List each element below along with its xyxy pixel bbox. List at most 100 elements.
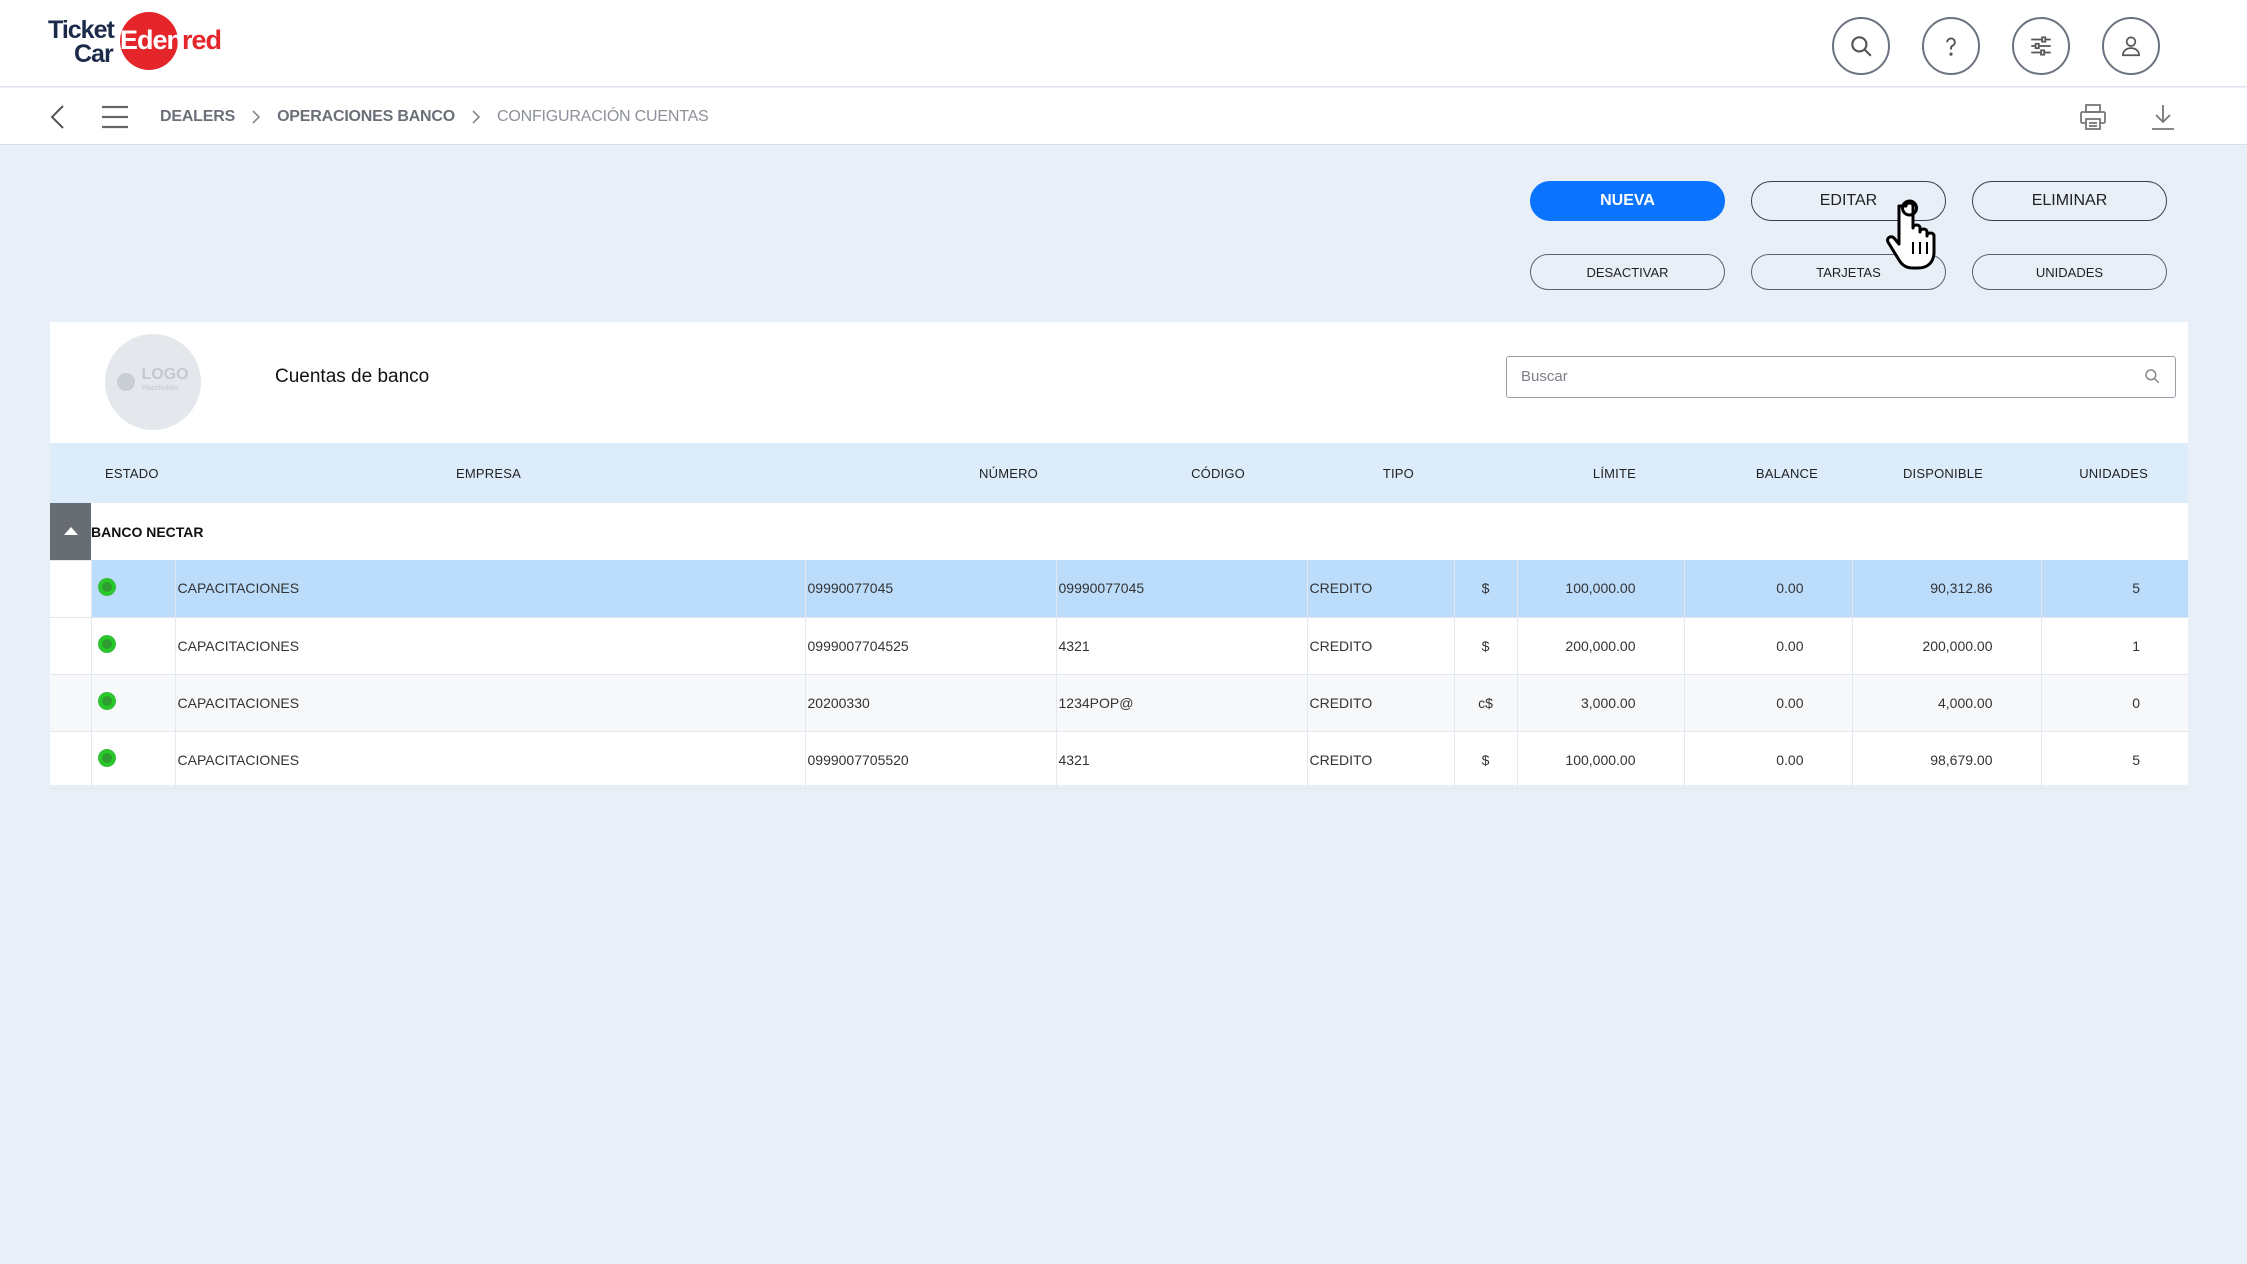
brand-line-1: Ticket xyxy=(48,16,115,44)
group-label: BANCO NECTAR xyxy=(91,523,204,540)
disponible-cell: 90,312.86 xyxy=(1851,560,2041,618)
column-estado[interactable]: ESTADO xyxy=(50,443,175,503)
settings-button[interactable] xyxy=(2012,17,2070,75)
sliders-icon xyxy=(2031,36,2051,56)
print-icon[interactable] xyxy=(2078,102,2108,132)
status-cell xyxy=(90,674,175,732)
logo-placeholder: LOGO Placeholder xyxy=(105,334,201,430)
limite-cell: 100,000.00 xyxy=(1516,731,1684,789)
unidades-cell: 5 xyxy=(2040,731,2188,789)
user-button[interactable] xyxy=(2102,17,2160,75)
chevron-right-icon xyxy=(245,107,267,127)
unidades-cell: 5 xyxy=(2040,560,2188,618)
disponible-cell: 4,000.00 xyxy=(1851,674,2041,732)
tipo-cell: CREDITO xyxy=(1306,731,1454,789)
column-tipo[interactable]: TIPO xyxy=(1307,443,1454,503)
search-button[interactable] xyxy=(1832,17,1890,75)
search-input[interactable] xyxy=(1521,357,2121,396)
codigo-cell: 09990077045 xyxy=(1055,560,1307,618)
app-header: Ticket Car Edenred xyxy=(0,0,2247,87)
status-active-icon xyxy=(97,577,116,596)
back-arrow-icon[interactable] xyxy=(46,102,70,132)
brand-line-2: Car xyxy=(74,40,114,68)
hand-pointer-cursor-icon xyxy=(1886,199,1936,270)
unidades-button[interactable]: UNIDADES xyxy=(1972,254,2167,290)
numero-cell: 09990077045 xyxy=(804,560,1056,618)
empresa-cell: CAPACITACIONES xyxy=(174,617,805,675)
balance-cell: 0.00 xyxy=(1683,674,1852,732)
empresa-cell: CAPACITACIONES xyxy=(174,731,805,789)
table-row[interactable]: CAPACITACIONES 09990077045 09990077045 C… xyxy=(50,560,2188,618)
tipo-cell: CREDITO xyxy=(1306,674,1454,732)
table-header-row: ESTADO EMPRESA NÚMERO CÓDIGO TIPO LÍMITE… xyxy=(50,443,2188,503)
breadcrumb-current: CONFIGURACIÓN CUENTAS xyxy=(497,107,709,125)
balance-cell: 0.00 xyxy=(1683,731,1852,789)
row-spacer xyxy=(50,617,91,675)
bank-accounts-card: LOGO Placeholder Cuentas de banco ESTADO … xyxy=(50,322,2188,789)
status-active-icon xyxy=(97,749,116,767)
group-collapse-toggle[interactable] xyxy=(50,503,91,561)
codigo-cell: 4321 xyxy=(1055,617,1307,675)
user-icon xyxy=(2122,36,2140,57)
column-moneda xyxy=(1454,443,1517,503)
table-row[interactable]: CAPACITACIONES 0999007704525 4321 CREDIT… xyxy=(50,617,2188,675)
numero-cell: 0999007704525 xyxy=(804,617,1056,675)
moneda-cell: $ xyxy=(1453,731,1517,789)
unidades-cell: 0 xyxy=(2040,674,2188,732)
eliminar-button[interactable]: ELIMINAR xyxy=(1972,181,2167,221)
column-disponible[interactable]: DISPONIBLE xyxy=(1852,443,2041,503)
status-cell xyxy=(90,560,175,618)
status-active-icon xyxy=(97,635,116,653)
search-box xyxy=(1506,356,2176,398)
group-row: BANCO NECTAR xyxy=(50,503,2188,561)
breadcrumb: DEALERS OPERACIONES BANCO CONFIGURACIÓN … xyxy=(160,88,709,145)
logo-placeholder-main: LOGO xyxy=(141,366,189,383)
empresa-cell: CAPACITACIONES xyxy=(174,674,805,732)
table-row[interactable]: CAPACITACIONES 20200330 1234POP@ CREDITO… xyxy=(50,674,2188,732)
row-spacer xyxy=(50,674,91,732)
card-header: LOGO Placeholder Cuentas de banco xyxy=(50,322,2188,443)
brand-mark-right: red xyxy=(182,25,222,55)
table-row[interactable]: CAPACITACIONES 0999007705520 4321 CREDIT… xyxy=(50,731,2188,789)
brand-wordmark: Ticket Car xyxy=(48,16,115,68)
status-cell xyxy=(90,617,175,675)
limite-cell: 3,000.00 xyxy=(1516,674,1684,732)
limite-cell: 100,000.00 xyxy=(1516,560,1684,618)
chevron-right-icon xyxy=(465,107,487,127)
column-unidades[interactable]: UNIDADES xyxy=(2041,443,2188,503)
logo-placeholder-icon xyxy=(117,373,136,391)
row-spacer xyxy=(50,560,91,618)
row-spacer xyxy=(50,731,91,789)
search-icon xyxy=(1851,36,1872,57)
bank-accounts-table: ESTADO EMPRESA NÚMERO CÓDIGO TIPO LÍMITE… xyxy=(50,443,2188,789)
moneda-cell: c$ xyxy=(1453,674,1517,732)
column-balance[interactable]: BALANCE xyxy=(1684,443,1852,503)
column-limite[interactable]: LÍMITE xyxy=(1517,443,1684,503)
moneda-cell: $ xyxy=(1453,617,1517,675)
brand-mark-left: Eden xyxy=(120,25,183,55)
breadcrumb-dealers[interactable]: DEALERS xyxy=(160,108,235,126)
tipo-cell: CREDITO xyxy=(1306,617,1454,675)
tipo-cell: CREDITO xyxy=(1306,560,1454,618)
limite-cell: 200,000.00 xyxy=(1516,617,1684,675)
balance-cell: 0.00 xyxy=(1683,560,1852,618)
column-empresa[interactable]: EMPRESA xyxy=(175,443,805,503)
nueva-button[interactable]: NUEVA xyxy=(1530,181,1725,221)
hamburger-menu-icon[interactable] xyxy=(100,104,130,130)
codigo-cell: 4321 xyxy=(1055,731,1307,789)
numero-cell: 20200330 xyxy=(804,674,1056,732)
help-button[interactable] xyxy=(1922,17,1980,75)
brand-logo[interactable]: Ticket Car Edenred xyxy=(48,12,222,72)
column-codigo[interactable]: CÓDIGO xyxy=(1056,443,1307,503)
breadcrumb-operaciones-banco[interactable]: OPERACIONES BANCO xyxy=(277,108,455,126)
codigo-cell: 1234POP@ xyxy=(1055,674,1307,732)
sub-navigation: DEALERS OPERACIONES BANCO CONFIGURACIÓN … xyxy=(0,88,2247,145)
desactivar-button[interactable]: DESACTIVAR xyxy=(1530,254,1725,290)
logo-placeholder-sub: Placeholder xyxy=(141,385,179,392)
search-icon[interactable] xyxy=(2143,367,2161,385)
disponible-cell: 98,679.00 xyxy=(1851,731,2041,789)
column-numero[interactable]: NÚMERO xyxy=(805,443,1056,503)
logo-placeholder-text: LOGO Placeholder xyxy=(141,366,189,396)
download-icon[interactable] xyxy=(2148,102,2178,132)
moneda-cell: $ xyxy=(1453,560,1517,618)
